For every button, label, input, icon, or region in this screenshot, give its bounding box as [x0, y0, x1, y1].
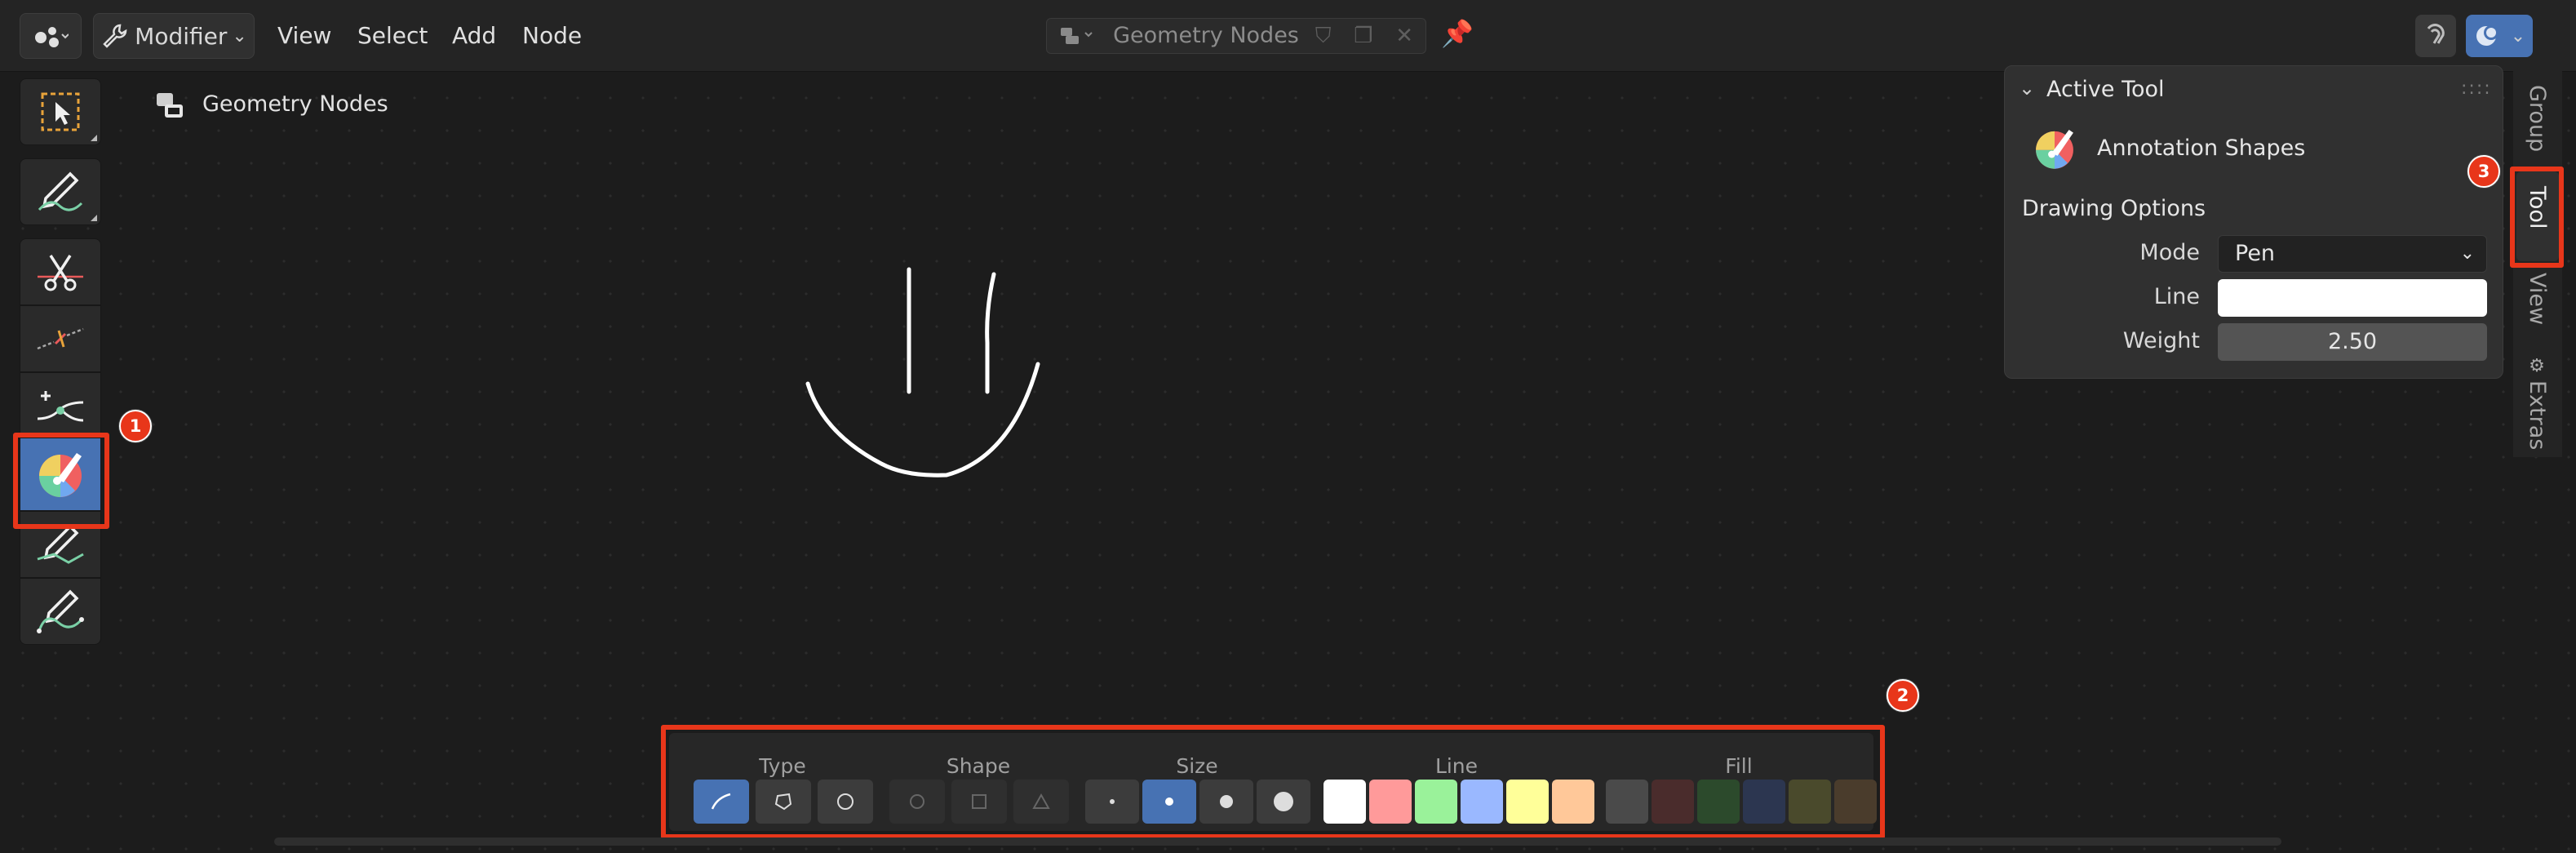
- duplicate-icon[interactable]: ❐: [1354, 24, 1372, 48]
- tab-group[interactable]: Group: [2525, 85, 2550, 152]
- chevron-down-icon: ⌄: [2510, 25, 2526, 47]
- wrench-icon: [103, 24, 127, 48]
- node-tree-name[interactable]: Geometry Nodes: [1110, 20, 1302, 52]
- annotation-stroke: [805, 267, 1040, 478]
- mute-links-icon: [37, 327, 84, 350]
- overlays-toggle[interactable]: ⌄: [2466, 15, 2533, 57]
- scissors-icon: [38, 255, 83, 291]
- active-tool-name: Annotation Shapes: [2097, 136, 2306, 161]
- mode-dropdown-field[interactable]: Pen ⌄: [2218, 235, 2487, 273]
- marker-badge-1: 1: [119, 410, 152, 442]
- close-icon[interactable]: ✕: [1395, 24, 1413, 48]
- snapping-toggle[interactable]: [2415, 15, 2456, 57]
- mode-label: Modifier: [135, 22, 228, 50]
- node-tree-actions: ⛉ ❐ ✕: [1304, 20, 1425, 52]
- tab-extras[interactable]: Extras: [2525, 380, 2550, 450]
- menu-node[interactable]: Node: [522, 16, 582, 56]
- fake-user-shield-icon[interactable]: ⛉: [1315, 24, 1332, 49]
- menu-select[interactable]: Select: [357, 16, 428, 56]
- menu-view[interactable]: View: [277, 16, 331, 56]
- cut-links-tool[interactable]: [20, 238, 101, 305]
- overlays-icon: [2476, 25, 2498, 46]
- mode-dropdown[interactable]: Modifier ⌄: [93, 13, 255, 59]
- magnet-icon: [2427, 24, 2445, 44]
- highlight-box-3: [2510, 167, 2564, 268]
- annotate-pencil-icon: [38, 171, 83, 211]
- marker-badge-3: 3: [2467, 155, 2500, 188]
- chevron-down-icon: ⌄: [2459, 243, 2475, 264]
- drawing-options-heading: Drawing Options: [2022, 196, 2206, 221]
- chevron-down-icon: ⌄: [232, 25, 247, 47]
- weight-slider[interactable]: 2.50: [2218, 323, 2487, 361]
- breadcrumb: Geometry Nodes: [202, 91, 388, 117]
- annotate-tool[interactable]: [20, 158, 101, 225]
- panel-title[interactable]: Active Tool: [2046, 77, 2165, 102]
- browse-node-tree-button[interactable]: [1048, 20, 1106, 52]
- tab-view[interactable]: View: [2525, 273, 2550, 325]
- annotate-polygon-icon: [37, 589, 84, 633]
- extras-icon: ⚙: [2529, 356, 2545, 376]
- select-box-tool[interactable]: [20, 78, 101, 145]
- highlight-box-1: [13, 433, 109, 529]
- node-tree-icon: [1061, 28, 1093, 44]
- mode-value: Pen: [2235, 241, 2276, 266]
- marker-badge-2: 2: [1887, 679, 1919, 712]
- node-editor-icon: [35, 27, 69, 47]
- geometry-nodes-icon: [152, 90, 188, 122]
- tool-options-corner: [91, 215, 97, 221]
- drag-handle-icon[interactable]: ::::: [2461, 78, 2492, 99]
- reroute-icon: [37, 391, 84, 422]
- tool-options-corner: [91, 135, 97, 141]
- menu-add[interactable]: Add: [452, 16, 496, 56]
- line-color-swatch[interactable]: [2218, 279, 2487, 317]
- add-reroute-tool[interactable]: [20, 372, 101, 439]
- highlight-box-2: [661, 725, 1885, 839]
- horizontal-scrollbar[interactable]: [274, 837, 2281, 846]
- annotation-shapes-icon: [2030, 124, 2082, 176]
- line-label: Line: [2153, 284, 2200, 309]
- weight-label: Weight: [2122, 328, 2200, 353]
- select-box-icon: [41, 92, 80, 131]
- mute-links-tool[interactable]: [20, 305, 101, 372]
- mode-label: Mode: [2139, 240, 2200, 265]
- editor-type-button[interactable]: [20, 13, 82, 59]
- pin-icon[interactable]: 📌: [1439, 18, 1475, 54]
- collapse-chevron-icon[interactable]: ⌄: [2019, 77, 2043, 106]
- annotate-polygon-tool[interactable]: [20, 578, 101, 645]
